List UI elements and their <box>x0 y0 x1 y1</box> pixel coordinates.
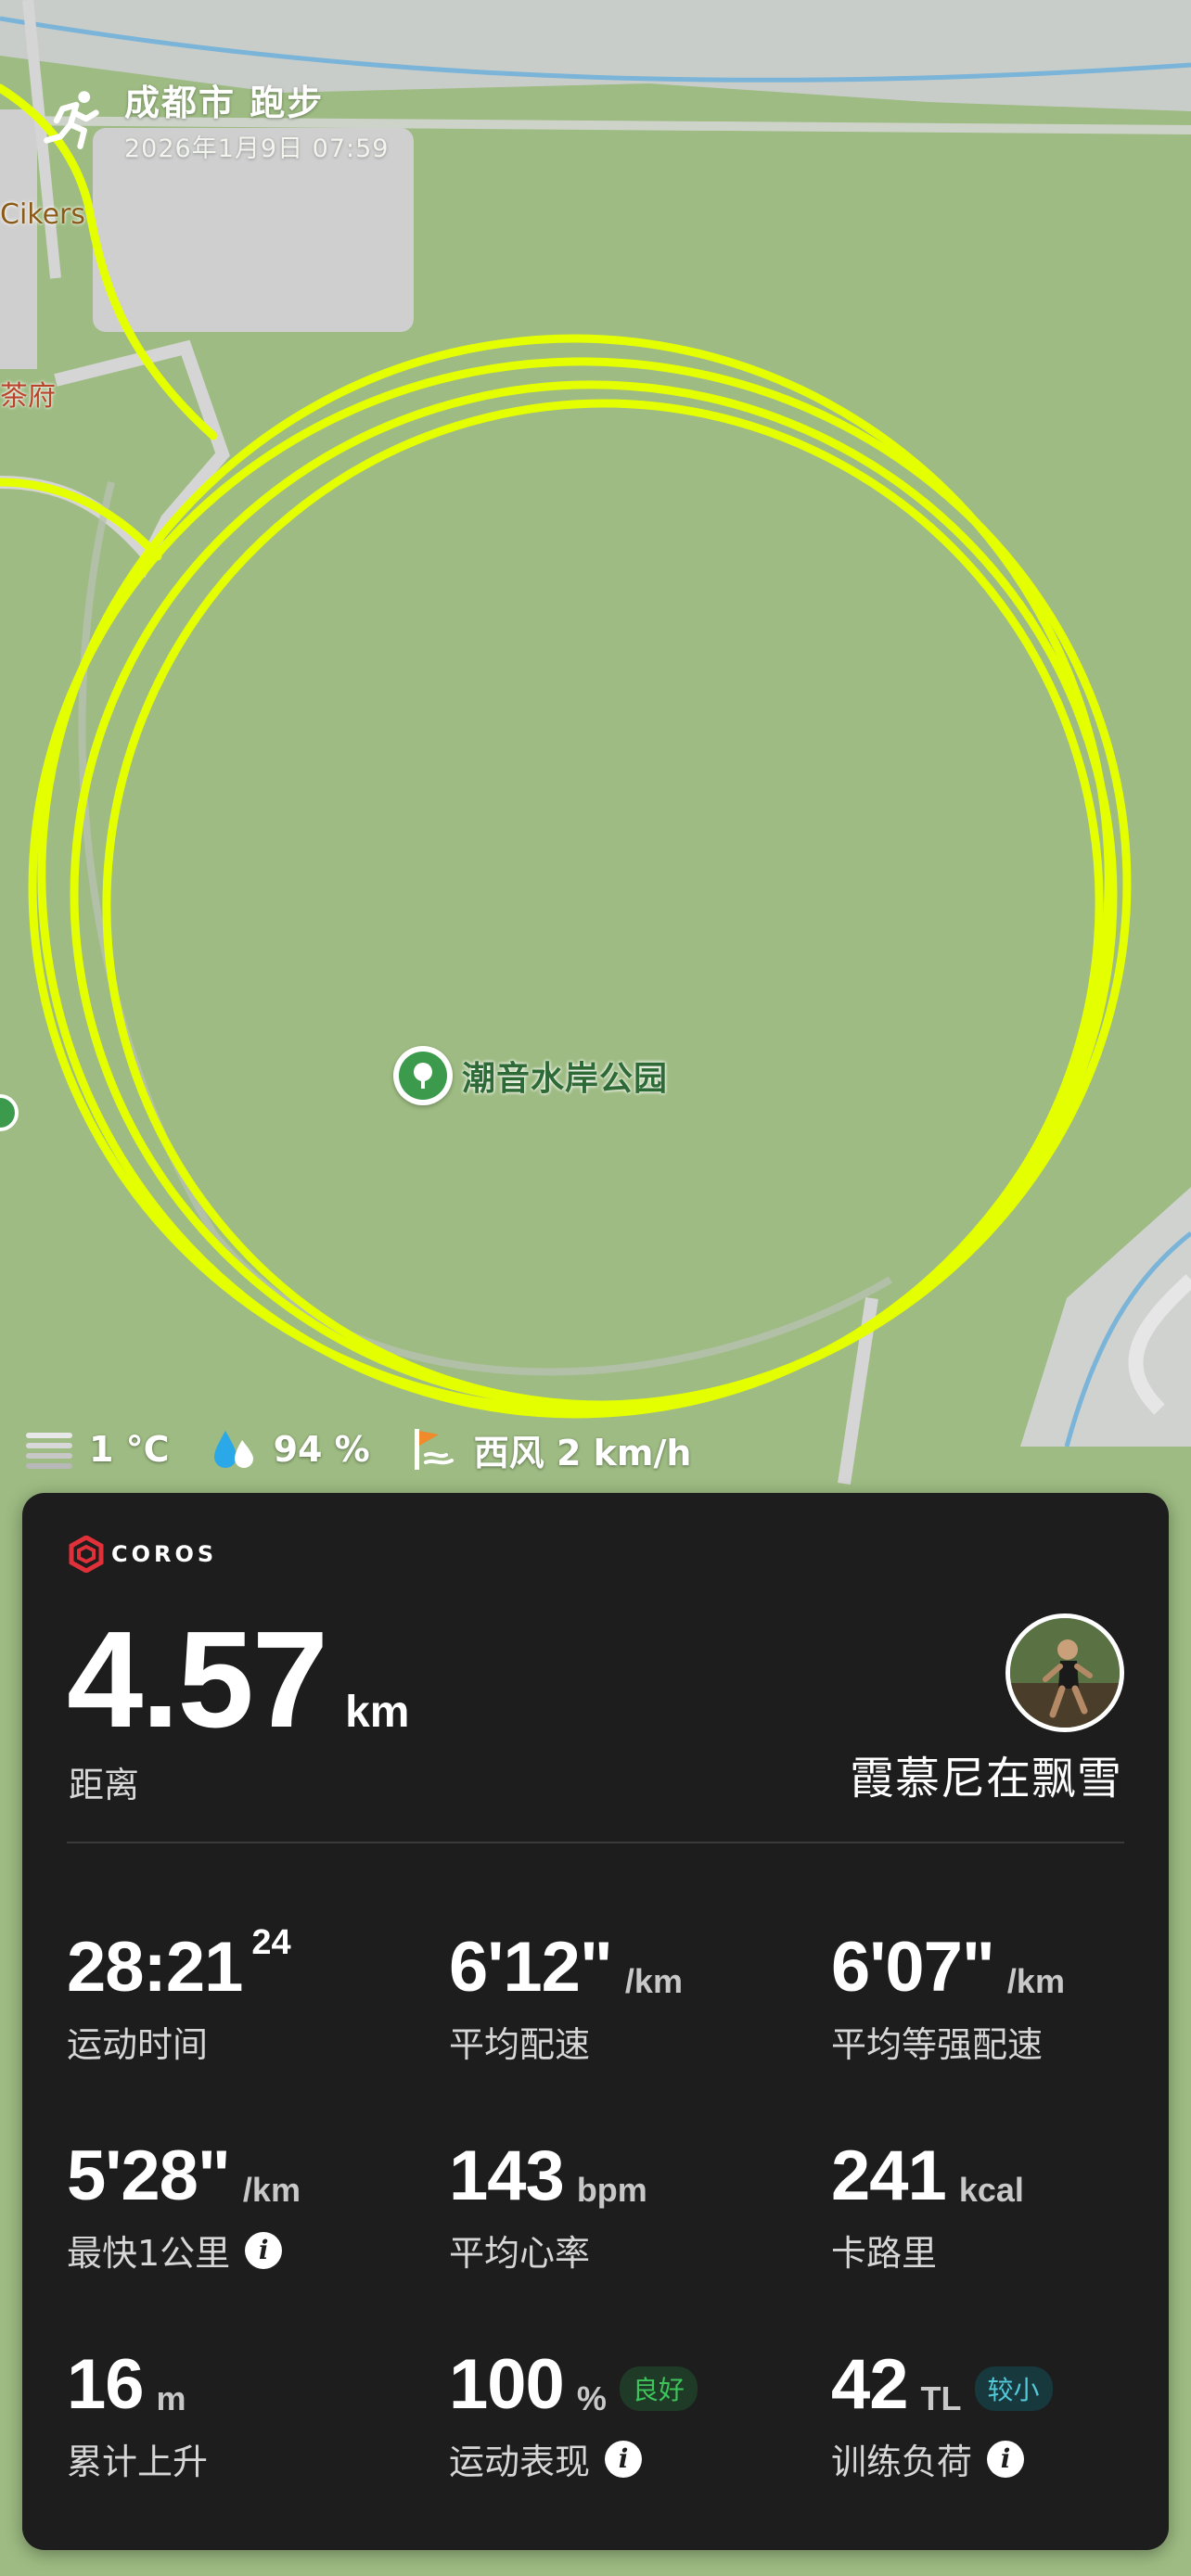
distance-value-group: 4.57 km <box>67 1612 409 1749</box>
info-icon[interactable]: i <box>245 2231 283 2269</box>
stat-unit: TL <box>920 2379 962 2417</box>
stat-seconds-fraction: 24 <box>251 1923 291 1962</box>
park-poi[interactable]: 潮音水岸公园 <box>393 1046 668 1105</box>
info-icon[interactable]: i <box>605 2440 643 2478</box>
coros-hexagon-icon <box>69 1536 104 1573</box>
username: 霞慕尼在飘雪 <box>849 1753 1122 1804</box>
weather-bar: 1 °C 94 % 西风 2 km/h <box>24 1424 730 1474</box>
running-icon <box>44 91 99 149</box>
stat-unit: kcal <box>958 2171 1024 2209</box>
stat-label: 平均配速 <box>449 2024 591 2065</box>
poi-name: 潮音水岸公园 <box>462 1060 669 1098</box>
activity-datetime: 2026年1月9日 07:59 <box>124 134 390 163</box>
stat-unit: m <box>156 2379 186 2417</box>
map-label-teahouse: 茶府 <box>0 380 56 413</box>
stat-unit: % <box>576 2379 607 2417</box>
distance-label: 距离 <box>69 1765 140 1805</box>
divider <box>67 1842 1124 1843</box>
stat-label: 运动时间 <box>67 2024 209 2065</box>
stat-fastest-km: 5'28" /km 最快1公里 i <box>67 2128 438 2276</box>
stat-duration: 28:21 24 运动时间 <box>67 1919 438 2067</box>
stat-value: 28:21 <box>67 1928 243 2007</box>
distance-value: 4.57 <box>67 1603 328 1756</box>
stat-unit: /km <box>242 2171 301 2209</box>
stat-value: 16 <box>67 2345 145 2424</box>
map-label-cikers: Cikers <box>0 198 86 231</box>
summary-card: COROS 4.57 km 距离 霞慕尼在飘雪 28:21 24 运动时间 6'… <box>22 1493 1169 2550</box>
stat-value: 100 <box>449 2345 565 2424</box>
distance-unit: km <box>345 1688 410 1737</box>
wind: 西风 2 km/h <box>473 1432 692 1473</box>
stat-unit: /km <box>1006 1962 1065 2000</box>
stat-label: 卡路里 <box>831 2233 938 2274</box>
wind-flag-icon <box>414 1429 454 1470</box>
stat-value: 42 <box>831 2345 909 2424</box>
stat-value: 6'07" <box>831 1928 995 2007</box>
stat-performance: 100 % 良好 运动表现 i <box>449 2337 820 2484</box>
stat-label: 累计上升 <box>67 2442 209 2482</box>
stat-value: 6'12" <box>449 1928 613 2007</box>
stat-label: 训练负荷 <box>831 2442 973 2482</box>
stat-avg-heart-rate: 143 bpm 平均心率 <box>449 2128 820 2276</box>
stat-label: 运动表现 <box>449 2442 591 2482</box>
info-icon[interactable]: i <box>987 2440 1025 2478</box>
humidity: 94 % <box>273 1429 370 1470</box>
activity-header: 成都市 跑步 2026年1月9日 07:59 <box>41 82 389 164</box>
stat-unit: bpm <box>576 2171 647 2209</box>
stat-grade-adjusted-pace: 6'07" /km 平均等强配速 <box>831 1919 1191 2067</box>
stat-label: 最快1公里 <box>67 2233 231 2274</box>
brand-logo: COROS <box>69 1536 217 1573</box>
stat-avg-pace: 6'12" /km 平均配速 <box>449 1919 820 2067</box>
stat-calories: 241 kcal 卡路里 <box>831 2128 1191 2276</box>
stat-label: 平均心率 <box>449 2233 591 2274</box>
stat-label: 平均等强配速 <box>831 2024 1044 2065</box>
stat-value: 241 <box>831 2136 947 2215</box>
stat-value: 5'28" <box>67 2136 231 2215</box>
temperature: 1 °C <box>89 1429 170 1470</box>
stat-elevation-gain: 16 m 累计上升 <box>67 2337 438 2484</box>
tree-icon <box>393 1046 453 1105</box>
brand-name: COROS <box>111 1541 218 1567</box>
stat-value: 143 <box>449 2136 565 2215</box>
humidity-icon <box>213 1431 253 1468</box>
fog-icon <box>26 1433 72 1469</box>
stat-training-load: 42 TL 较小 训练负荷 i <box>831 2337 1191 2484</box>
activity-title: 成都市 跑步 <box>124 83 325 123</box>
stat-unit: /km <box>624 1962 683 2000</box>
status-badge: 良好 <box>619 2366 698 2411</box>
status-badge: 较小 <box>974 2366 1053 2411</box>
avatar[interactable] <box>1005 1613 1124 1732</box>
